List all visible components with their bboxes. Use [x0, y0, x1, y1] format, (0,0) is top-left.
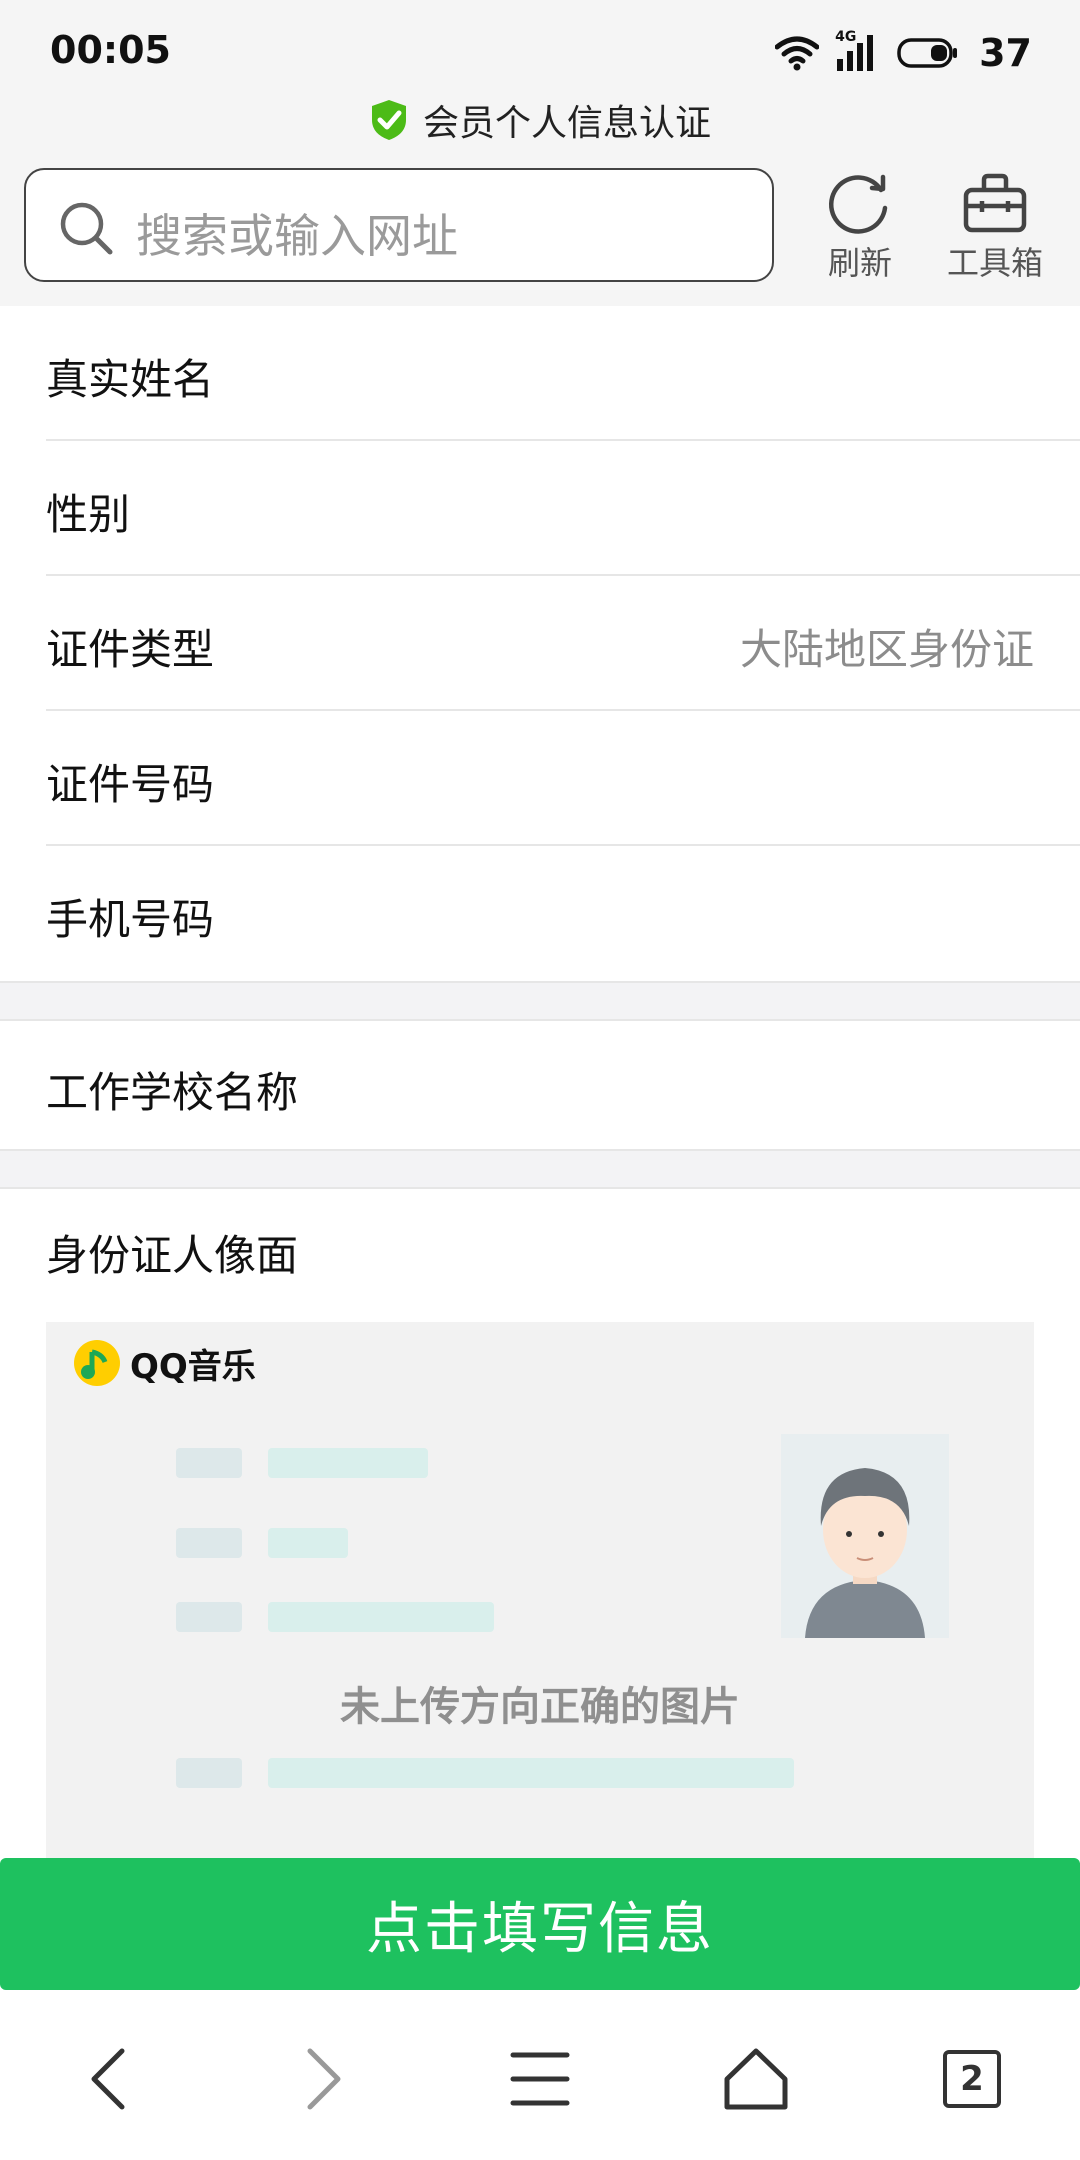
toolbox-label: 工具箱 — [946, 244, 1043, 282]
avatar-placeholder — [781, 1434, 949, 1638]
field-label: 手机号码 — [46, 895, 215, 944]
placeholder-bar — [268, 1448, 428, 1478]
brand-name: QQ音乐 — [130, 1346, 256, 1387]
section-divider — [0, 981, 1080, 1021]
chevron-right-icon — [307, 2048, 341, 2110]
chevron-left-icon — [91, 2048, 125, 2110]
placeholder-bar — [268, 1528, 348, 1558]
browser-chrome: 00:05 4G 37 会员个人信息认证 搜索或输入网址 刷新 工具箱 — [0, 0, 1080, 306]
form-row-real-name[interactable]: 真实姓名 — [46, 306, 1080, 441]
placeholder-bar — [268, 1602, 494, 1632]
id-front-label: 身份证人像面 — [46, 1231, 299, 1280]
section-divider — [0, 1149, 1080, 1189]
form-row-school[interactable]: 工作学校名称 — [0, 1021, 1080, 1149]
qq-music-logo: QQ音乐 — [72, 1338, 256, 1388]
form-row-phone[interactable]: 手机号码 — [46, 846, 1080, 981]
placeholder-bar — [176, 1448, 242, 1478]
placeholder-bar — [176, 1602, 242, 1632]
cellular-signal-icon: 4G — [835, 29, 881, 73]
search-placeholder: 搜索或输入网址 — [136, 209, 458, 263]
field-label: 真实姓名 — [46, 355, 215, 404]
wifi-icon — [775, 36, 820, 71]
upload-hint: 未上传方向正确的图片 — [340, 1684, 740, 1730]
id-front-upload[interactable]: QQ音乐 未上传方向正确的图片 — [46, 1322, 1034, 1862]
refresh-label: 刷新 — [827, 244, 892, 282]
status-time: 00:05 — [50, 28, 171, 72]
battery-level: 37 — [979, 31, 1032, 75]
battery-icon — [897, 38, 958, 68]
search-icon — [60, 202, 113, 255]
tab-count-badge: 2 — [943, 2050, 1001, 2108]
toolbox-button[interactable]: 工具箱 — [940, 170, 1050, 284]
info-form: 真实姓名 性别 证件类型 大陆地区身份证 证件号码 手机号码 工作学校名称 — [0, 306, 1080, 1189]
forward-button[interactable] — [274, 2034, 374, 2124]
status-bar: 00:05 4G 37 — [0, 0, 1080, 104]
placeholder-bar — [268, 1758, 794, 1788]
form-row-id-number[interactable]: 证件号码 — [46, 711, 1080, 846]
qq-music-icon — [74, 1340, 120, 1386]
page-title-row: 会员个人信息认证 — [0, 92, 1080, 148]
placeholder-bar — [176, 1528, 242, 1558]
url-search-bar[interactable]: 搜索或输入网址 — [24, 168, 774, 282]
field-label: 证件号码 — [46, 760, 215, 809]
person-avatar-icon — [805, 1468, 925, 1638]
refresh-button[interactable]: 刷新 — [810, 170, 910, 284]
form-row-gender[interactable]: 性别 — [46, 441, 1080, 576]
tabs-button[interactable]: 2 — [922, 2034, 1022, 2124]
field-label: 证件类型 — [46, 625, 215, 674]
refresh-icon — [828, 174, 888, 234]
field-label: 性别 — [46, 490, 131, 539]
fill-info-button[interactable]: 点击填写信息 — [0, 1858, 1080, 1990]
id-type-value: 大陆地区身份证 — [739, 625, 1034, 674]
home-icon — [724, 2048, 788, 2110]
menu-icon — [510, 2052, 570, 2106]
status-icons: 4G 37 — [775, 29, 1032, 76]
placeholder-bar — [176, 1758, 242, 1788]
home-button[interactable] — [706, 2034, 806, 2124]
field-label: 工作学校名称 — [46, 1068, 299, 1117]
form-row-id-type[interactable]: 证件类型 大陆地区身份证 — [46, 576, 1080, 711]
menu-button[interactable] — [490, 2034, 590, 2124]
back-button[interactable] — [58, 2034, 158, 2124]
page-title: 会员个人信息认证 — [422, 103, 711, 144]
toolbox-icon — [963, 173, 1027, 233]
shield-check-icon — [371, 100, 406, 140]
bottom-navigation: 2 — [0, 1994, 1080, 2160]
